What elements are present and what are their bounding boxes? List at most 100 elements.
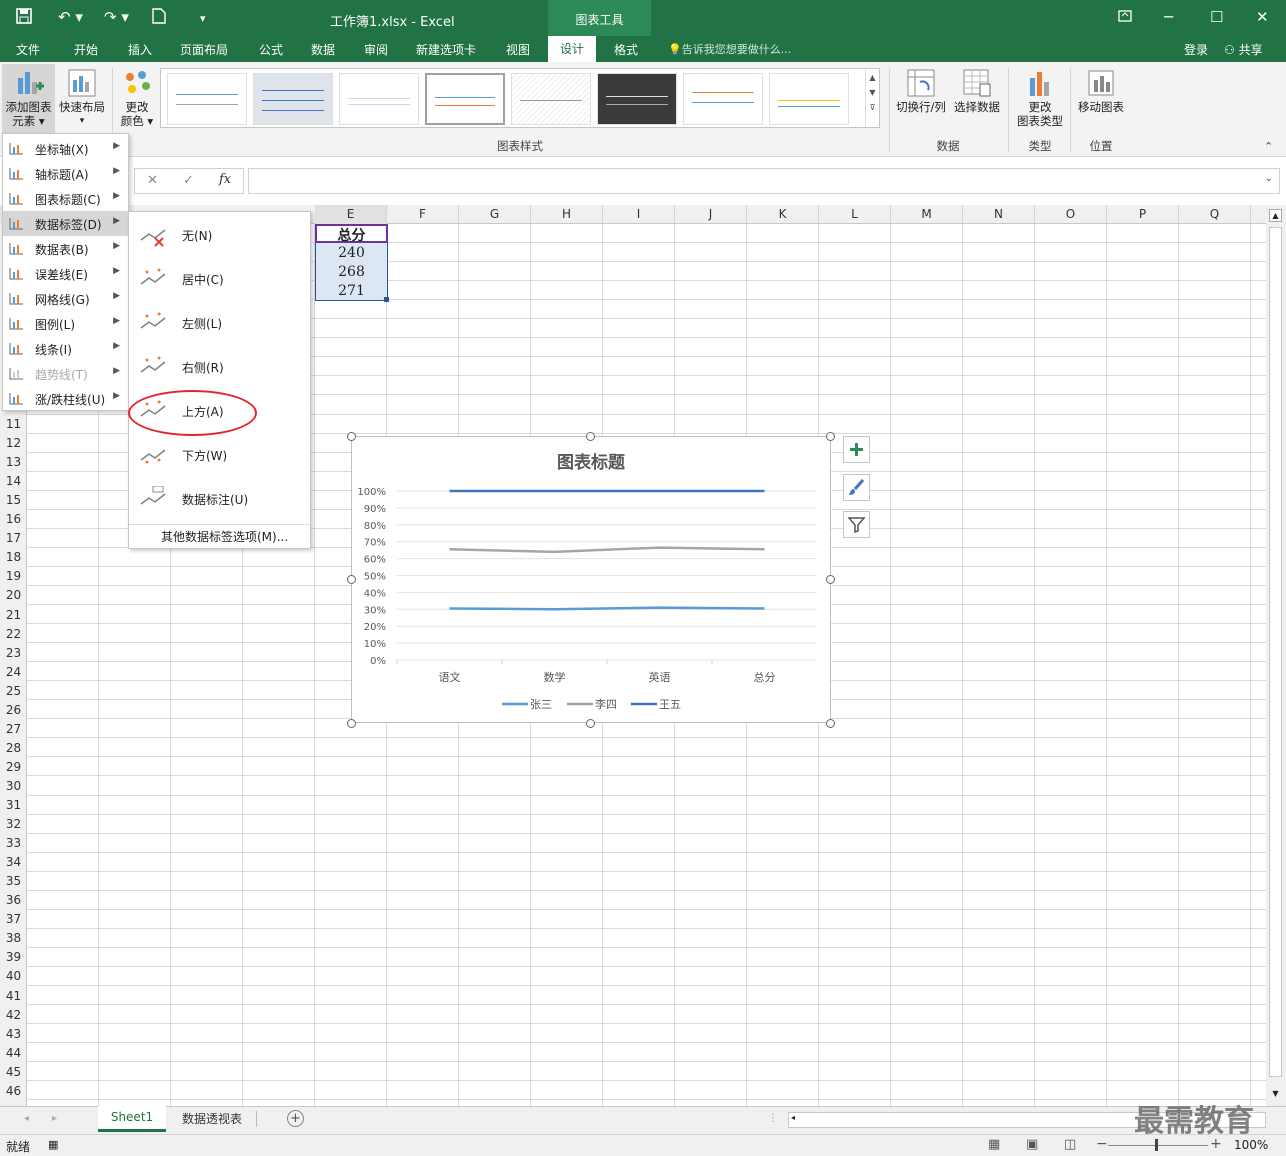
normal-view-icon[interactable]: ▦ [988, 1137, 1000, 1152]
move-chart-button[interactable]: 移动图表 [1074, 64, 1128, 114]
column-header-k[interactable]: K [747, 205, 819, 224]
page-layout-view-icon[interactable]: ▣ [1026, 1137, 1038, 1152]
data-label-option-0[interactable]: 无(N) [129, 212, 310, 256]
column-header-l[interactable]: L [819, 205, 891, 224]
row-header[interactable]: 27 [0, 722, 27, 736]
row-header[interactable]: 12 [0, 436, 27, 450]
new-document-icon[interactable] [152, 8, 166, 28]
sheet-tab-pivot[interactable]: 数据透视表 [168, 1110, 256, 1127]
select-data-button[interactable]: 选择数据 [950, 64, 1004, 114]
zoom-out-icon[interactable]: − [1096, 1136, 1108, 1152]
cancel-icon[interactable]: ✕ [147, 173, 158, 188]
tab-home[interactable]: 开始 [72, 40, 100, 59]
row-header[interactable]: 20 [0, 588, 27, 602]
change-chart-type-button[interactable]: 更改 图表类型 [1012, 64, 1068, 128]
more-data-label-options[interactable]: 其他数据标签选项(M)... [161, 528, 288, 545]
scroll-down-arrow[interactable]: ▼ [1269, 1089, 1282, 1102]
menu-item-1[interactable]: 轴标题(A) ▶ [3, 161, 128, 186]
row-header[interactable]: 18 [0, 550, 27, 564]
tab-file[interactable]: 文件 [14, 40, 42, 59]
data-label-option-2[interactable]: 左侧(L) [129, 300, 310, 344]
row-header[interactable]: 35 [0, 874, 27, 888]
resize-handle[interactable] [347, 432, 356, 441]
row-header[interactable]: 16 [0, 512, 27, 526]
cell-e2[interactable]: 240 [315, 245, 388, 261]
column-header-e[interactable]: E [315, 205, 387, 224]
column-header-n[interactable]: N [963, 205, 1035, 224]
row-header[interactable]: 32 [0, 817, 27, 831]
zoom-slider[interactable] [1108, 1145, 1208, 1146]
data-label-option-6[interactable]: 数据标注(U) [129, 476, 310, 520]
chart-filters-button[interactable] [843, 511, 870, 538]
tab-view[interactable]: 视图 [504, 40, 532, 59]
column-header-g[interactable]: G [459, 205, 531, 224]
page-break-view-icon[interactable]: ◫ [1064, 1137, 1076, 1152]
chart-style-8[interactable] [769, 73, 849, 125]
tab-review[interactable]: 审阅 [362, 40, 390, 59]
row-header[interactable]: 44 [0, 1046, 27, 1060]
chart-style-6[interactable] [597, 73, 677, 125]
prev-sheet-icon[interactable]: ◂ [24, 1113, 29, 1124]
cell-e3[interactable]: 268 [315, 264, 388, 280]
minimize-icon[interactable]: ─ [1164, 8, 1173, 26]
resize-handle[interactable] [347, 719, 356, 728]
chart-style-5[interactable] [511, 73, 591, 125]
row-header[interactable]: 41 [0, 989, 27, 1003]
row-header[interactable]: 42 [0, 1008, 27, 1022]
data-label-option-3[interactable]: 右侧(R) [129, 344, 310, 388]
chart-elements-button[interactable] [843, 436, 870, 463]
menu-item-7[interactable]: 图例(L) ▶ [3, 311, 128, 336]
row-header[interactable]: 29 [0, 760, 27, 774]
tab-split-handle[interactable]: ⋮ [768, 1113, 778, 1124]
enter-icon[interactable]: ✓ [183, 173, 194, 188]
column-header-j[interactable]: J [675, 205, 747, 224]
row-header[interactable]: 24 [0, 665, 27, 679]
tab-insert[interactable]: 插入 [126, 40, 154, 59]
resize-handle[interactable] [586, 432, 595, 441]
maximize-icon[interactable]: ☐ [1210, 8, 1223, 26]
row-header[interactable]: 38 [0, 931, 27, 945]
sheet-tab-sheet1[interactable]: Sheet1 [98, 1106, 166, 1132]
tell-me-box[interactable]: 💡告诉我您想要做什么... [668, 41, 791, 57]
gallery-scroll[interactable]: ▲ ▼ ⊽ [865, 69, 879, 127]
data-label-option-1[interactable]: 居中(C) [129, 256, 310, 300]
scroll-thumb[interactable] [1269, 227, 1282, 1077]
close-icon[interactable]: ✕ [1256, 8, 1269, 26]
row-header[interactable]: 14 [0, 474, 27, 488]
scroll-left-arrow[interactable]: ◂ [791, 1113, 795, 1122]
resize-handle[interactable] [826, 719, 835, 728]
customize-quick-access-icon[interactable]: ▾ [200, 12, 206, 25]
tab-formulas[interactable]: 公式 [257, 40, 285, 59]
undo-icon[interactable]: ↶ ▾ [58, 8, 83, 26]
data-label-option-5[interactable]: 下方(W) [129, 432, 310, 476]
menu-item-2[interactable]: 图表标题(C) ▶ [3, 186, 128, 211]
fill-handle[interactable] [384, 297, 389, 302]
zoom-slider-thumb[interactable] [1155, 1139, 1158, 1151]
collapse-ribbon-icon[interactable]: ⌃ [1264, 140, 1273, 153]
row-header[interactable]: 39 [0, 950, 27, 964]
switch-row-column-button[interactable]: 切换行/列 [892, 64, 950, 114]
tab-page-layout[interactable]: 页面布局 [178, 40, 230, 59]
tab-data[interactable]: 数据 [309, 40, 337, 59]
row-header[interactable]: 19 [0, 569, 27, 583]
next-sheet-icon[interactable]: ▸ [52, 1113, 57, 1124]
resize-handle[interactable] [347, 575, 356, 584]
chart-styles-button[interactable] [843, 474, 870, 501]
add-chart-element-button[interactable]: 添加图表 元素 ▾ [2, 64, 55, 134]
scroll-up-arrow[interactable]: ▲ [1269, 209, 1282, 222]
row-header[interactable]: 34 [0, 855, 27, 869]
row-header[interactable]: 11 [0, 417, 27, 431]
chart-style-4[interactable] [425, 73, 505, 125]
line-chart[interactable]: 图表标题 100% 90% 80% 70% 60% 50% 40% 30% 20% 10% 0% 语文 数… [351, 436, 831, 723]
insert-function-icon[interactable]: fx [219, 172, 231, 187]
menu-item-6[interactable]: 网格线(G) ▶ [3, 286, 128, 311]
sign-in-link[interactable]: 登录 [1182, 40, 1210, 59]
redo-icon[interactable]: ↷ ▾ [104, 8, 129, 26]
tab-new[interactable]: 新建选项卡 [414, 40, 478, 59]
column-header-h[interactable]: H [531, 205, 603, 224]
row-header[interactable]: 31 [0, 798, 27, 812]
menu-item-10[interactable]: 涨/跌柱线(U) ▶ [3, 386, 128, 411]
row-header[interactable]: 28 [0, 741, 27, 755]
tab-design[interactable]: 设计 [548, 36, 597, 62]
column-header-o[interactable]: O [1035, 205, 1107, 224]
